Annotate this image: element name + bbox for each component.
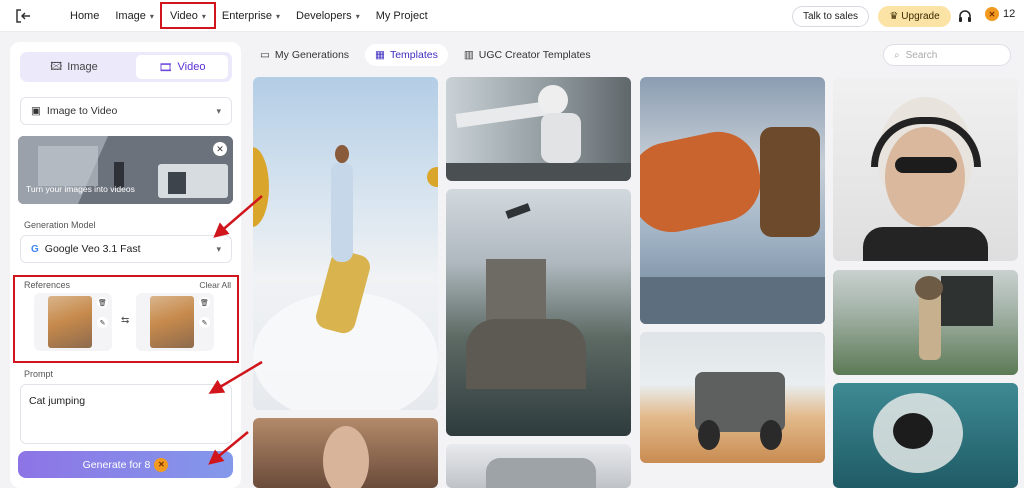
nav-enterprise[interactable]: Enterprise ▾ xyxy=(214,0,288,32)
media-type-toggle: 🖾 Image 🎞 Video xyxy=(20,52,232,82)
grid-icon: ▦ xyxy=(375,49,385,61)
prompt-label: Prompt xyxy=(24,369,54,379)
edit-icon[interactable]: ✎ xyxy=(97,317,108,328)
nav-my-project[interactable]: My Project xyxy=(368,0,436,32)
toggle-image[interactable]: 🖾 Image xyxy=(24,55,124,79)
nav-home[interactable]: Home xyxy=(62,0,107,32)
template-card-castle-dragons[interactable] xyxy=(446,189,631,436)
upgrade-button[interactable]: ♛ Upgrade xyxy=(878,6,951,27)
reference-image xyxy=(150,296,194,348)
chevron-down-icon: ▾ xyxy=(216,105,221,116)
tab-templates-label: Templates xyxy=(389,49,438,61)
nav-image-label: Image xyxy=(115,10,146,22)
upgrade-label: Upgrade xyxy=(901,11,940,22)
swap-icon[interactable]: ⇆ xyxy=(121,315,129,326)
headset-icon[interactable] xyxy=(958,9,972,23)
prompt-input[interactable]: Cat jumping xyxy=(20,384,232,444)
image-icon: ▣ xyxy=(31,105,41,117)
grid-icon: ▥ xyxy=(463,49,474,61)
template-card-plane-pilot[interactable] xyxy=(640,77,825,324)
top-nav-bar: Home Image ▾ Video ▾ Enterprise ▾ Developer… xyxy=(0,0,1024,32)
model-label: Generation Model xyxy=(24,220,96,230)
tab-ugc-label: UGC Creator Templates xyxy=(478,49,591,61)
template-card-girl-on-bottle[interactable] xyxy=(253,77,438,410)
credits-count: 12 xyxy=(1003,8,1016,20)
edit-icon[interactable]: ✎ xyxy=(199,317,210,328)
generate-label: Generate for 8 xyxy=(82,458,151,471)
toggle-video[interactable]: 🎞 Video xyxy=(136,55,228,79)
template-card-woman-portrait[interactable] xyxy=(253,418,438,488)
mode-select[interactable]: ▣ Image to Video ▾ xyxy=(20,97,232,125)
google-icon: G xyxy=(31,243,39,255)
template-card-truck-desert[interactable] xyxy=(640,332,825,463)
delete-icon[interactable]: 🗑 xyxy=(199,297,210,308)
highlight-box xyxy=(159,2,216,29)
video-icon: 🎞 xyxy=(158,61,173,74)
tab-templates[interactable]: ▦ Templates xyxy=(365,44,448,66)
template-card-underwater-dog[interactable] xyxy=(833,383,1018,488)
nav-video[interactable]: Video ▾ xyxy=(159,0,216,32)
coin-icon: ✕ xyxy=(985,7,999,21)
camera-icon: ▭ xyxy=(260,49,270,61)
nav-home-label: Home xyxy=(70,10,100,22)
toggle-image-label: Image xyxy=(67,61,98,73)
nav-developers-label: Developers xyxy=(296,10,352,22)
credits-display[interactable]: ✕ 12 xyxy=(985,7,1015,21)
chevron-down-icon: ▾ xyxy=(216,243,221,254)
nav-my-project-label: My Project xyxy=(375,10,428,22)
references-label: References xyxy=(24,280,71,290)
exit-icon[interactable] xyxy=(14,8,32,24)
generate-button[interactable]: Generate for 8 ✕ xyxy=(18,451,233,478)
tab-my-generations[interactable]: ▭ My Generations xyxy=(258,44,351,66)
nav-enterprise-label: Enterprise xyxy=(221,10,273,22)
model-select[interactable]: G Google Veo 3.1 Fast ▾ xyxy=(20,235,232,263)
generation-panel: 🖾 Image 🎞 Video ▣ Image to Video ▾ Turn … xyxy=(10,42,241,488)
nav-developers[interactable]: Developers ▾ xyxy=(288,0,368,32)
search-placeholder: Search xyxy=(905,49,938,61)
reference-image xyxy=(48,296,92,348)
search-input[interactable]: ⌕ Search xyxy=(883,44,1011,66)
image-icon: 🖾 xyxy=(50,60,63,73)
crown-icon: ♛ xyxy=(889,11,899,22)
banner-text: Turn your images into videos xyxy=(26,184,135,194)
template-card-car-wheel[interactable] xyxy=(446,444,631,488)
main-nav: Home Image ▾ Video ▾ Enterprise ▾ Developer… xyxy=(62,0,436,32)
talk-to-sales-button[interactable]: Talk to sales xyxy=(792,6,869,27)
template-card-robot-gun[interactable] xyxy=(446,77,631,181)
tab-ugc-creator-templates[interactable]: ▥ UGC Creator Templates xyxy=(462,44,593,66)
chevron-down-icon: ▾ xyxy=(149,11,154,21)
chevron-down-icon: ▾ xyxy=(276,11,281,21)
mode-select-value: Image to Video xyxy=(46,105,118,117)
reference-slot-end[interactable]: 🗑 ✎ xyxy=(136,293,214,351)
search-icon: ⌕ xyxy=(894,49,900,61)
clear-all-button[interactable]: Clear All xyxy=(199,280,231,290)
reference-slot-start[interactable]: 🗑 ✎ xyxy=(34,293,112,351)
coin-icon: ✕ xyxy=(154,457,169,472)
nav-image[interactable]: Image ▾ xyxy=(107,0,162,32)
references-section: References Clear All 🗑 ✎ ⇆ 🗑 ✎ xyxy=(13,275,239,363)
delete-icon[interactable]: 🗑 xyxy=(97,297,108,308)
model-select-value: Google Veo 3.1 Fast xyxy=(44,243,141,255)
tab-my-generations-label: My Generations xyxy=(274,49,350,61)
chevron-down-icon: ▾ xyxy=(355,11,360,21)
template-card-flower-head[interactable] xyxy=(833,270,1018,375)
gallery-tabs: ▭ My Generations ▦ Templates ▥ UGC Creator … xyxy=(258,44,593,66)
promo-banner: Turn your images into videos ✕ xyxy=(18,136,233,204)
close-icon[interactable]: ✕ xyxy=(213,142,227,156)
toggle-video-label: Video xyxy=(177,61,206,73)
template-card-woman-headphones[interactable] xyxy=(833,77,1018,261)
